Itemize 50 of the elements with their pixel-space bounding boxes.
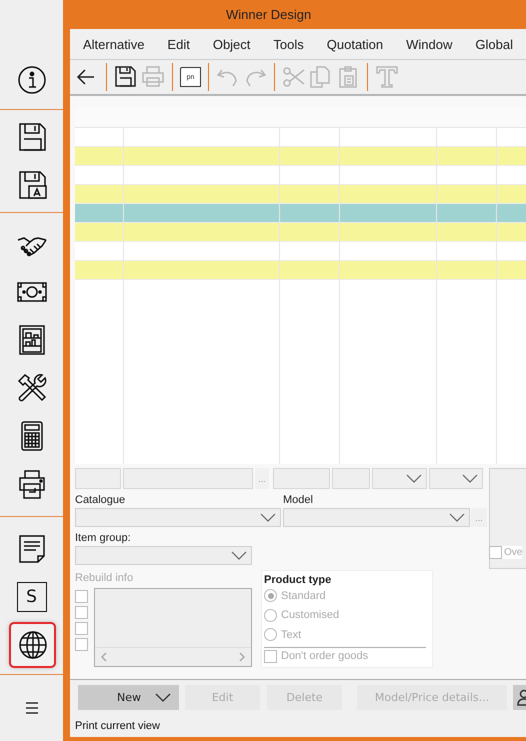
group-title: Product type: [264, 574, 332, 586]
field-label: Catalogue: [75, 493, 126, 508]
list-box[interactable]: [94, 588, 252, 667]
field-label: Model: [283, 493, 314, 508]
filter-dropdown[interactable]: [429, 468, 483, 489]
caret-icon: [231, 551, 247, 560]
caret-icon: [449, 513, 465, 522]
selected-sidebar-button[interactable]: [9, 622, 56, 668]
filter-field[interactable]: [332, 468, 370, 489]
caret-icon: [260, 513, 276, 522]
radio-label: Customised: [281, 609, 340, 622]
table-row[interactable]: [75, 185, 526, 204]
filter-field[interactable]: [273, 468, 330, 489]
field-label: Rebuild info: [75, 571, 134, 586]
table-row[interactable]: [75, 223, 526, 242]
hammer-wrench-icon[interactable]: [16, 372, 48, 404]
checkbox-label: Ove: [504, 547, 522, 558]
scroll-right-icon[interactable]: [239, 652, 245, 662]
new-button[interactable]: New: [78, 685, 179, 710]
menu-item[interactable]: Tools: [273, 36, 304, 52]
caret-icon: [462, 474, 478, 483]
info-icon[interactable]: [16, 64, 48, 96]
checkbox-label: Don't order goods: [281, 650, 368, 662]
catalogue-dropdown[interactable]: [75, 508, 281, 527]
menu-item[interactable]: Alternative: [83, 36, 144, 52]
radio-label: Standard: [281, 590, 326, 602]
status-text: Print current view: [70, 715, 526, 737]
globe-icon[interactable]: [16, 629, 48, 661]
model-dropdown[interactable]: [283, 508, 470, 527]
checkbox[interactable]: [489, 546, 502, 559]
field-label: Item group:: [75, 531, 132, 546]
menu-item[interactable]: Global: [475, 36, 513, 52]
filter-dropdown[interactable]: [372, 468, 427, 489]
item-group-dropdown[interactable]: [75, 546, 252, 565]
menu-item[interactable]: Window: [406, 36, 452, 52]
filter-field[interactable]: [123, 468, 253, 489]
window-title: Winner Design: [226, 7, 312, 22]
sidebar-button[interactable]: S: [16, 582, 46, 612]
table-row[interactable]: [75, 261, 526, 280]
menu-item[interactable]: Quotation: [326, 36, 384, 52]
table-row[interactable]: [75, 147, 526, 166]
radio-label: Text: [281, 628, 302, 641]
caret-icon: [155, 693, 171, 702]
filter-field[interactable]: [75, 468, 121, 489]
scroll-left-icon[interactable]: [101, 652, 107, 662]
menu-item[interactable]: Object: [212, 36, 250, 52]
caret-icon: [406, 474, 422, 483]
menu-icon[interactable]: [26, 702, 38, 714]
menu-item[interactable]: Edit: [167, 36, 190, 52]
table-row[interactable]: [75, 204, 526, 223]
